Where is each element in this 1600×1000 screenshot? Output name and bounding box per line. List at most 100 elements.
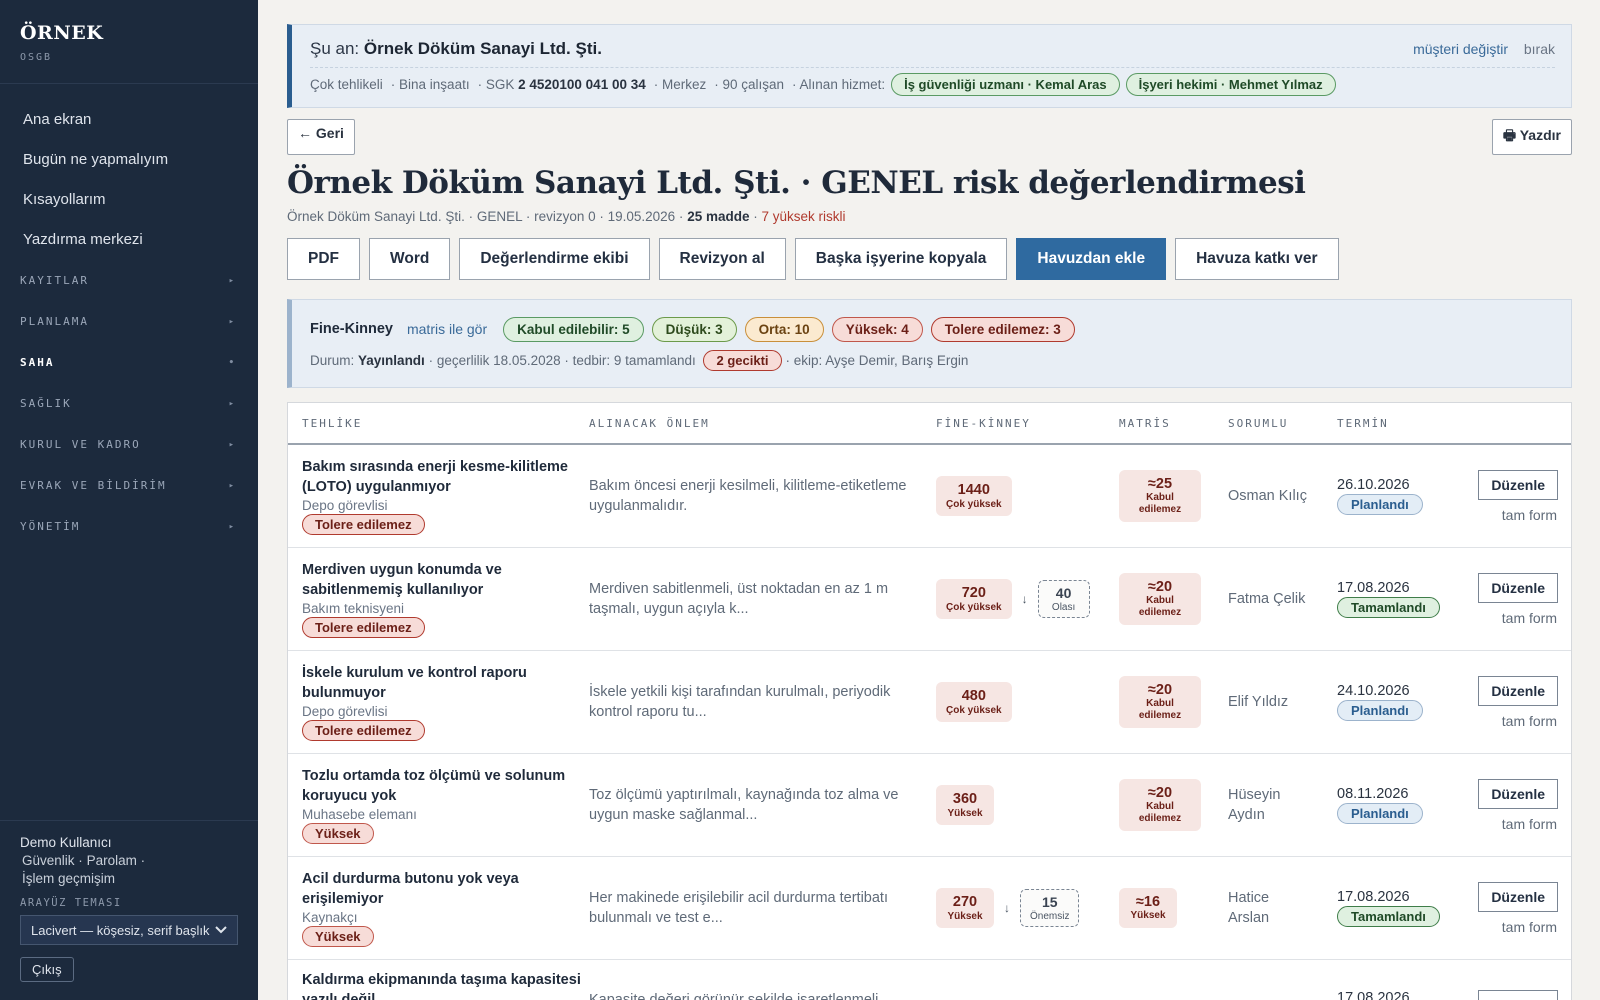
column-header: TERMİN — [1337, 416, 1389, 430]
hazard-class: Çok tehlikeli — [310, 77, 383, 92]
sidebar-item-today[interactable]: Bugün ne yapmalıyım — [0, 140, 258, 180]
full-form-link[interactable]: tam form — [1502, 507, 1558, 523]
brand-name[interactable]: ÖRNEK — [20, 22, 238, 44]
fk-score: 360 Yüksek — [936, 785, 994, 825]
fk-score: 480 Çok yüksek — [936, 682, 1012, 722]
full-form-link[interactable]: tam form — [1502, 713, 1558, 729]
edit-button[interactable]: Düzenle — [1478, 881, 1558, 912]
matrix-score-value: ≈20 — [1147, 579, 1173, 595]
risk-level-badge: Tolere edilemez — [302, 617, 425, 638]
back-button[interactable]: ← Geri — [287, 119, 355, 155]
logout-button[interactable]: Çıkış — [20, 957, 74, 982]
matrix-score-label: Kabul edilemez — [1138, 801, 1182, 824]
matrix-score-value: ≈25 — [1147, 476, 1173, 492]
edit-button[interactable]: Düzenle — [1478, 572, 1558, 603]
print-button[interactable]: 🖶 Yazdır — [1491, 119, 1572, 155]
hazard-title: Kaldırma ekipmanında taşıma kapasitesi y… — [302, 972, 581, 1000]
risk-table: TEHLİKE ALINACAK ÖNLEM FİNE-KİNNEY MATRİ… — [287, 402, 1572, 1000]
edit-button[interactable]: Düzenle — [1478, 469, 1558, 500]
full-form-link[interactable]: tam form — [1502, 816, 1558, 832]
count-chip-acceptable: Kabul edilebilir: 5 — [503, 316, 644, 342]
sidebar-section-planning[interactable]: PLANLAMA ▸ — [0, 301, 258, 342]
fk-score-label: Yüksek — [947, 808, 983, 819]
chevron-right-icon: ▸ — [228, 439, 236, 450]
sidebar-section-records[interactable]: KAYITLAR ▸ — [0, 260, 258, 301]
sidebar: ÖRNEK OSGB Ana ekran Bugün ne yapmalıyım… — [0, 0, 258, 1000]
fk-score-label: Çok yüksek — [946, 602, 1002, 613]
separator: · — [140, 853, 146, 868]
change-client-link[interactable]: müşteri değiştir — [1413, 41, 1508, 57]
user-name: Demo Kullanıcı — [20, 835, 112, 850]
sidebar-section-field[interactable]: SAHA • — [0, 342, 258, 383]
matrix-score-value: ≈16 — [1135, 894, 1161, 910]
status-badge: Planlandı — [1337, 494, 1423, 515]
due-date: 24.10.2026 — [1337, 683, 1410, 699]
measure-text: Toz ölçümü yaptırılmalı, kaynağında toz … — [589, 787, 899, 823]
sidebar-item-shortcuts[interactable]: Kısayollarım — [0, 180, 258, 220]
add-from-pool-button[interactable]: Havuzdan ekle — [1016, 238, 1167, 280]
count-chip-high: Yüksek: 4 — [831, 316, 923, 342]
history-link[interactable]: İşlem geçmişim — [22, 871, 115, 886]
page-title: Örnek Döküm Sanayi Ltd. Şti. · GENEL ris… — [287, 165, 1306, 201]
fk-score-value: 720 — [961, 585, 986, 601]
subtitle-meta: Örnek Döküm Sanayi Ltd. Şti. · GENEL · r… — [287, 209, 684, 224]
sgk-prefix: · SGK — [477, 77, 515, 92]
take-revision-button[interactable]: Revizyon al — [658, 238, 786, 280]
hazard-title: Acil durdurma butonu yok veya erişilemiy… — [302, 871, 519, 907]
password-link[interactable]: Parolam — [87, 853, 137, 868]
contribute-to-pool-button[interactable]: Havuza katkı ver — [1175, 238, 1339, 280]
hazard-title: Bakım sırasında enerji kesme-kilitleme (… — [302, 459, 568, 495]
matrix-view-link[interactable]: matris ile gör — [407, 321, 487, 337]
copy-to-workplace-button[interactable]: Başka işyerine kopyala — [794, 238, 1008, 280]
matrix-score-label: Kabul edilemez — [1138, 492, 1182, 515]
pdf-button[interactable]: PDF — [287, 238, 360, 280]
theme-label: ARAYÜZ TEMASI — [20, 897, 122, 909]
sidebar-section-health[interactable]: SAĞLIK ▸ — [0, 383, 258, 424]
active-client-title: Şu an: Örnek Döküm Sanayi Ltd. Şti. — [310, 39, 602, 59]
count-chip-medium: Orta: 10 — [744, 316, 824, 342]
hazard-title: İskele kurulum ve kontrol raporu bulunmu… — [302, 665, 527, 701]
risk-level-badge: Tolere edilemez — [302, 720, 425, 741]
responsible: Hüseyin Aydın — [1228, 787, 1281, 823]
sidebar-section-board[interactable]: KURUL VE KADRO ▸ — [0, 424, 258, 465]
word-button[interactable]: Word — [369, 238, 451, 280]
sidebar-nav: Ana ekran Bugün ne yapmalıyım Kısayollar… — [0, 84, 258, 547]
assessment-team-button[interactable]: Değerlendirme ekibi — [459, 238, 650, 280]
fk-score-value: 480 — [961, 688, 986, 704]
column-header: MATRİS — [1119, 416, 1171, 430]
due-date: 26.10.2026 — [1337, 477, 1410, 493]
arrow-down-icon: ↓ — [1004, 901, 1010, 915]
due-date: 17.08.2026 — [1337, 990, 1410, 1000]
edit-button[interactable]: Düzenle — [1478, 778, 1558, 809]
chevron-right-icon: ▸ — [228, 480, 236, 491]
separator: · — [78, 853, 83, 868]
column-header: TEHLİKE — [302, 416, 363, 430]
fine-kinney-cell: 1440 Çok yüksek — [936, 476, 1119, 516]
theme-select[interactable]: Lacivert — köşesiz, serif başlık — [20, 915, 238, 945]
leave-client-link[interactable]: bırak — [1524, 41, 1555, 57]
full-form-link[interactable]: tam form — [1502, 919, 1558, 935]
sidebar-section-label: KURUL VE KADRO — [20, 438, 141, 451]
risk-level-badge: Tolere edilemez — [302, 514, 425, 535]
sidebar-item-print-center[interactable]: Yazdırma merkezi — [0, 220, 258, 260]
status-badge: Tamamlandı — [1337, 597, 1440, 618]
sidebar-section-admin[interactable]: YÖNETİM ▸ — [0, 506, 258, 547]
hazard-role: Bakım teknisyeni — [302, 601, 405, 616]
brand: ÖRNEK OSGB — [0, 0, 258, 84]
edit-button[interactable]: Düzenle — [1478, 675, 1558, 706]
sidebar-item-home[interactable]: Ana ekran — [0, 100, 258, 140]
full-form-link[interactable]: tam form — [1502, 610, 1558, 626]
high-risk-count: 7 yüksek riskli — [761, 209, 846, 224]
arrow-down-icon: ↓ — [1021, 592, 1028, 606]
security-link[interactable]: Güvenlik — [22, 853, 75, 868]
risk-level-badge: Yüksek — [302, 823, 374, 844]
sidebar-section-documents[interactable]: EVRAK VE BİLDİRİM ▸ — [0, 465, 258, 506]
hazard-title: Merdiven uygun konumda ve sabitlenmemiş … — [302, 562, 502, 598]
hazard-role: Muhasebe elemanı — [302, 807, 417, 822]
edit-button[interactable]: Düzenle — [1478, 990, 1558, 1000]
hazard-role: Depo görevlisi — [302, 498, 388, 513]
main-content: Şu an: Örnek Döküm Sanayi Ltd. Şti. müşt… — [258, 0, 1600, 1000]
column-header: ALINACAK ÖNLEM — [589, 416, 710, 430]
branch: · Merkez — [653, 77, 707, 92]
matrix-score: ≈25 Kabul edilemez — [1119, 470, 1201, 522]
